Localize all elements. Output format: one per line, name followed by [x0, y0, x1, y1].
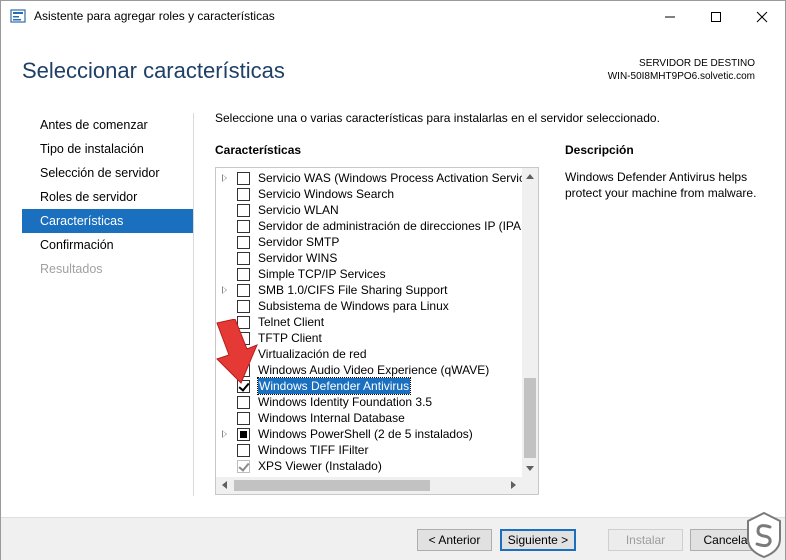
red-arrow-icon: [216, 319, 258, 384]
wizard-window: Asistente para agregar roles y caracterí…: [0, 0, 786, 560]
solvetic-logo: [747, 511, 781, 559]
feature-label[interactable]: Windows Defender Antivirus: [256, 377, 412, 395]
feature-checkbox[interactable]: [237, 428, 250, 441]
wizard-steps-nav: Antes de comenzar Tipo de instalación Se…: [22, 113, 193, 281]
next-button[interactable]: Siguiente >: [500, 529, 576, 551]
feature-label[interactable]: Subsistema de Windows para Linux: [258, 298, 449, 314]
maximize-button[interactable]: [693, 1, 739, 32]
feature-label[interactable]: Windows Audio Video Experience (qWAVE): [258, 362, 489, 378]
vertical-scrollbar[interactable]: [522, 168, 538, 477]
feature-checkbox[interactable]: [237, 300, 250, 313]
nav-divider: [193, 113, 194, 496]
feature-label[interactable]: Windows Internal Database: [258, 410, 405, 426]
page-title: Seleccionar características: [22, 58, 285, 83]
feature-label[interactable]: Windows TIFF IFilter: [258, 442, 368, 458]
feature-checkbox[interactable]: [237, 220, 250, 233]
destination-server-label: SERVIDOR DE DESTINO: [639, 58, 755, 69]
description-heading: Descripción: [565, 143, 634, 157]
feature-checkbox[interactable]: [237, 444, 250, 457]
close-icon: [756, 11, 768, 22]
feature-row[interactable]: Windows TIFF IFilter: [216, 442, 522, 458]
expand-chevron-icon[interactable]: [222, 430, 227, 438]
feature-label[interactable]: SMB 1.0/CIFS File Sharing Support: [258, 282, 447, 298]
minimize-button[interactable]: [647, 1, 693, 32]
feature-row[interactable]: Windows PowerShell (2 de 5 instalados): [216, 426, 522, 442]
expand-chevron-icon[interactable]: [222, 174, 227, 182]
instruction-text: Seleccione una o varias características …: [215, 111, 660, 125]
feature-label[interactable]: Virtualización de red: [258, 346, 367, 362]
vertical-scroll-thumb[interactable]: [524, 378, 536, 458]
feature-checkbox: [237, 460, 250, 473]
feature-checkbox[interactable]: [237, 284, 250, 297]
maximize-icon: [711, 11, 721, 22]
minimize-icon: [665, 16, 675, 17]
features-heading: Características: [215, 143, 302, 157]
feature-row[interactable]: SMB 1.0/CIFS File Sharing Support: [216, 282, 522, 298]
scroll-right-icon[interactable]: [511, 481, 516, 489]
close-button[interactable]: [739, 1, 785, 32]
feature-label[interactable]: Simple TCP/IP Services: [258, 266, 386, 282]
feature-label[interactable]: Servidor de administración de direccione…: [258, 218, 531, 234]
horizontal-scroll-thumb[interactable]: [234, 480, 430, 491]
feature-checkbox[interactable]: [237, 236, 250, 249]
horizontal-scrollbar[interactable]: [216, 477, 522, 494]
server-manager-icon: [10, 9, 26, 23]
title-bar: Asistente para agregar roles y caracterí…: [1, 1, 785, 32]
feature-label[interactable]: Servicio Windows Search: [258, 186, 394, 202]
nav-item-installation-type[interactable]: Tipo de instalación: [22, 137, 193, 161]
feature-row[interactable]: Servidor SMTP: [216, 234, 522, 250]
nav-item-features[interactable]: Características: [22, 209, 193, 233]
feature-checkbox[interactable]: [237, 188, 250, 201]
feature-checkbox[interactable]: [237, 252, 250, 265]
nav-item-results: Resultados: [40, 262, 103, 276]
feature-label[interactable]: Windows Identity Foundation 3.5: [258, 394, 432, 410]
feature-label[interactable]: Windows PowerShell (2 de 5 instalados): [258, 426, 473, 442]
scroll-down-icon[interactable]: [526, 466, 534, 471]
scroll-up-icon[interactable]: [526, 174, 534, 179]
feature-label[interactable]: Servicio WLAN: [258, 202, 339, 218]
feature-description: Windows Defender Antivirus helps protect…: [565, 170, 757, 200]
feature-row[interactable]: Servicio WLAN: [216, 202, 522, 218]
feature-label[interactable]: Servidor WINS: [258, 250, 337, 266]
feature-row[interactable]: Simple TCP/IP Services: [216, 266, 522, 282]
previous-button[interactable]: < Anterior: [417, 529, 492, 551]
scroll-left-icon[interactable]: [222, 481, 227, 489]
wizard-footer: < Anterior Siguiente > Instalar Cancelar: [1, 517, 785, 560]
nav-item-before-you-begin[interactable]: Antes de comenzar: [22, 113, 193, 137]
feature-label[interactable]: Servidor SMTP: [258, 234, 339, 250]
feature-row[interactable]: Servicio Windows Search: [216, 186, 522, 202]
feature-label[interactable]: XPS Viewer (Instalado): [258, 458, 382, 474]
expand-chevron-icon[interactable]: [222, 286, 227, 294]
install-button: Instalar: [608, 529, 683, 551]
feature-row[interactable]: Servidor WINS: [216, 250, 522, 266]
feature-row[interactable]: Windows Identity Foundation 3.5: [216, 394, 522, 410]
feature-row[interactable]: Servidor de administración de direccione…: [216, 218, 531, 234]
feature-row[interactable]: Servicio WAS (Windows Process Activation…: [216, 170, 532, 186]
feature-checkbox[interactable]: [237, 268, 250, 281]
feature-checkbox[interactable]: [237, 412, 250, 425]
feature-label[interactable]: Servicio WAS (Windows Process Activation…: [258, 170, 532, 186]
feature-row[interactable]: Subsistema de Windows para Linux: [216, 298, 522, 314]
feature-checkbox[interactable]: [237, 172, 250, 185]
nav-item-confirmation[interactable]: Confirmación: [22, 233, 193, 257]
scrollbar-corner: [522, 477, 538, 494]
feature-row[interactable]: Windows Internal Database: [216, 410, 522, 426]
feature-checkbox[interactable]: [237, 204, 250, 217]
feature-row[interactable]: XPS Viewer (Instalado): [216, 458, 522, 474]
window-title: Asistente para agregar roles y caracterí…: [34, 9, 275, 23]
nav-item-server-roles[interactable]: Roles de servidor: [22, 185, 193, 209]
destination-server-name: WIN-50I8MHT9PO6.solvetic.com: [607, 71, 755, 82]
nav-item-server-selection[interactable]: Selección de servidor: [22, 161, 193, 185]
feature-checkbox[interactable]: [237, 396, 250, 409]
